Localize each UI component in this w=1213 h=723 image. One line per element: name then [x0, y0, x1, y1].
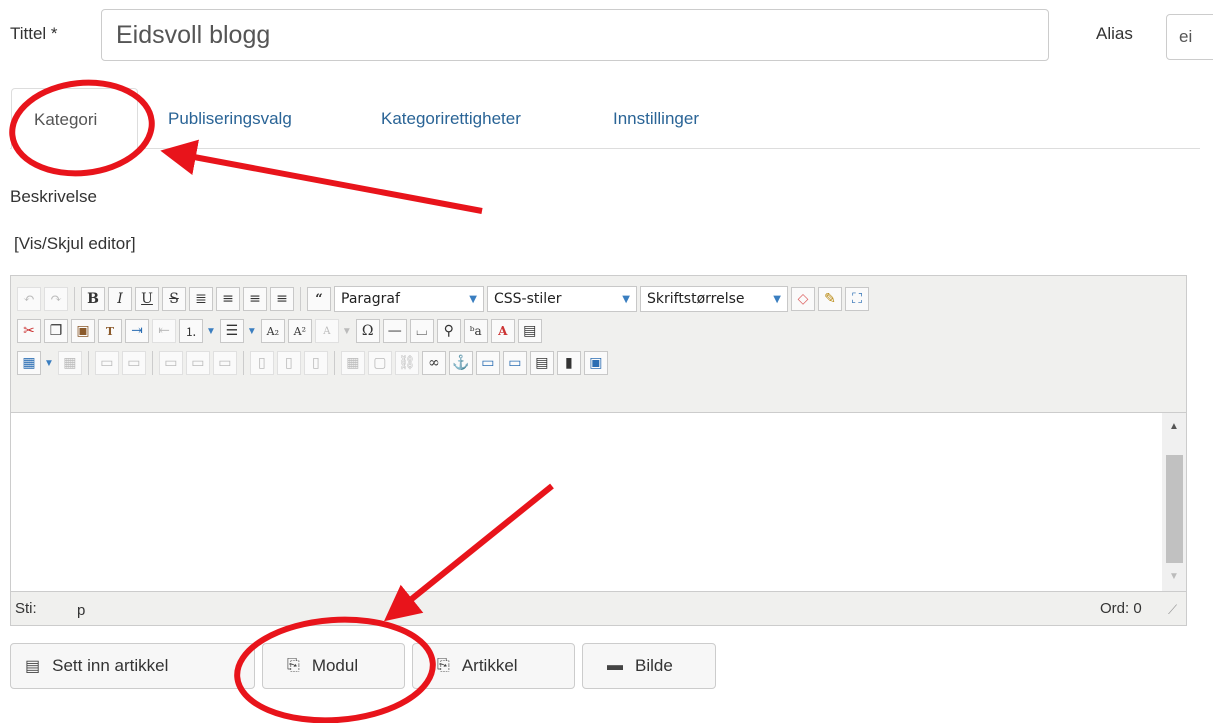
annotation-circle-tab	[9, 79, 155, 177]
annotation-overlay	[9, 79, 554, 723]
annotation-circle-module	[234, 616, 436, 723]
annotation-arrow-tab	[160, 139, 483, 214]
annotation-arrow-module	[383, 483, 554, 622]
